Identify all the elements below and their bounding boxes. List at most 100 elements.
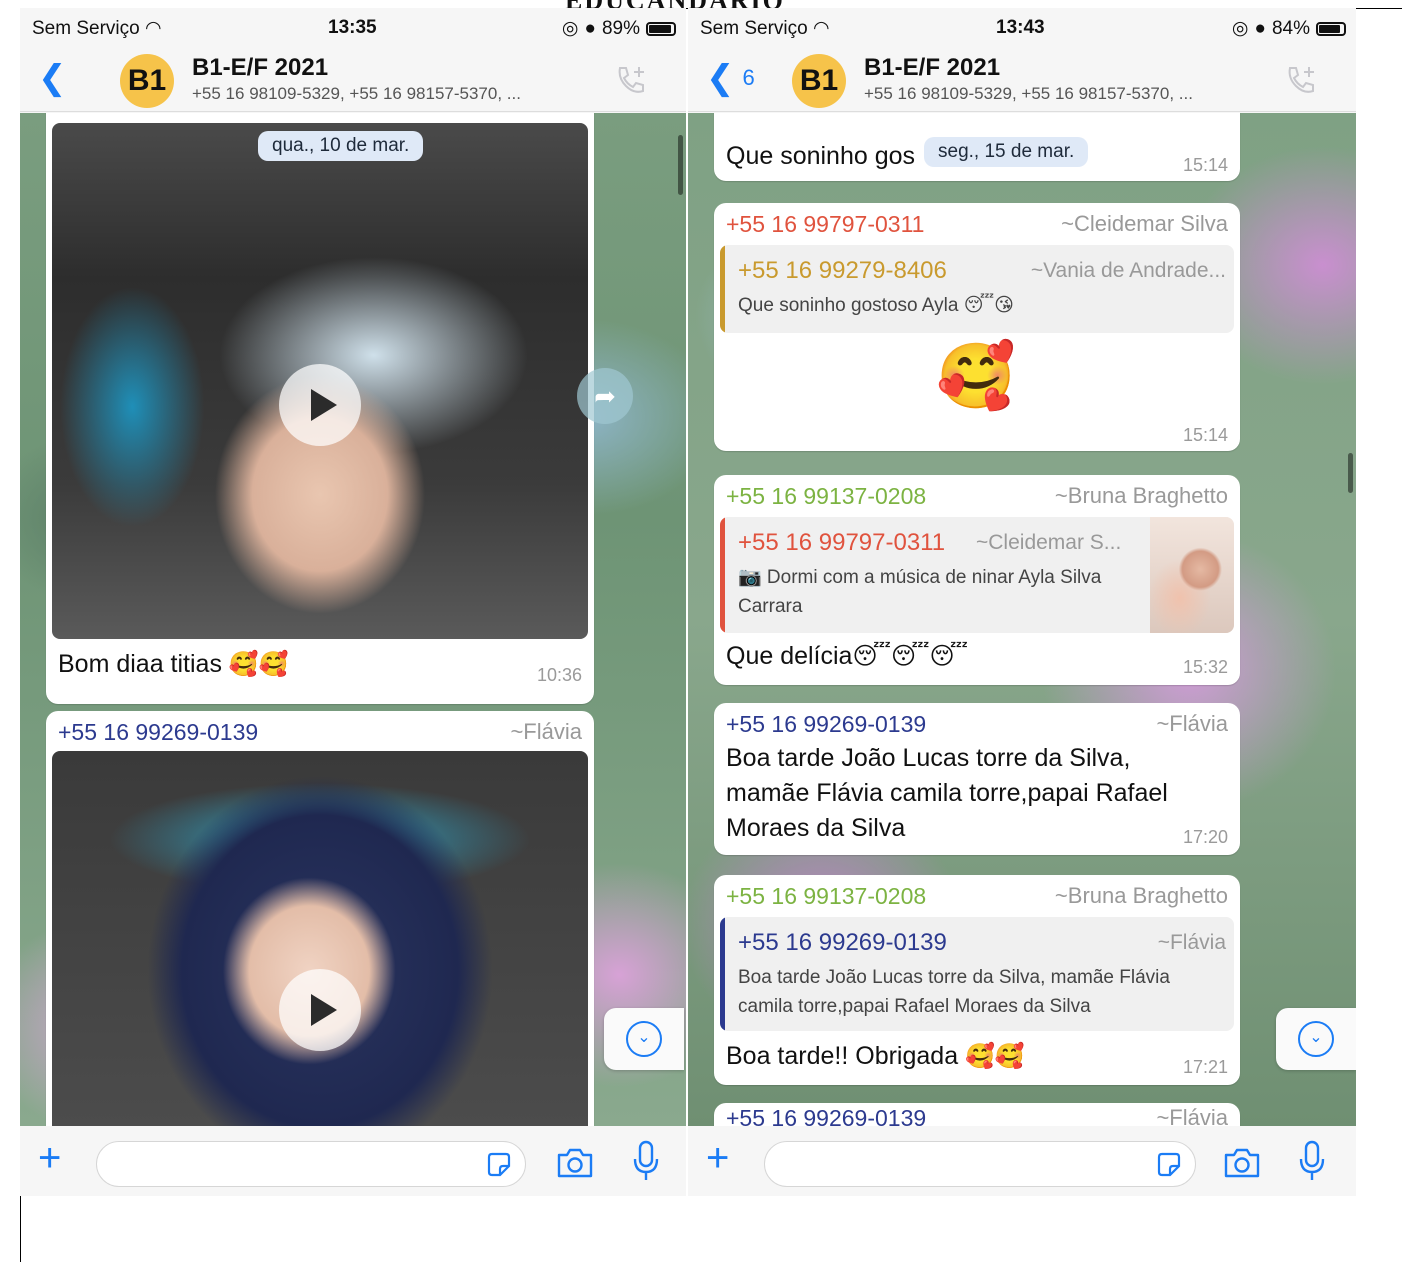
battery-icon bbox=[646, 21, 676, 36]
message-time: 17:20 bbox=[1182, 827, 1228, 847]
quoted-sender: +55 16 99279-8406 bbox=[738, 257, 947, 284]
sender-number[interactable]: +55 16 99137-0208 bbox=[726, 883, 926, 910]
play-icon[interactable] bbox=[279, 969, 361, 1051]
sender-number[interactable]: +55 16 99137-0208 bbox=[726, 483, 926, 510]
message-time: 15:14 bbox=[1182, 155, 1228, 175]
quoted-text: Boa tarde João Lucas torre da Silva, mam… bbox=[738, 967, 1170, 1017]
quoted-photo-thumbnail bbox=[1150, 517, 1234, 633]
group-title[interactable]: B1-E/F 2021 bbox=[864, 54, 1000, 82]
sender-name: ~Flávia bbox=[1156, 711, 1228, 736]
message-time: 15:14 bbox=[1182, 425, 1228, 445]
alarm-icon: ● bbox=[1254, 17, 1266, 39]
sender-name: ~Cleidemar Silva bbox=[1061, 211, 1228, 236]
clock: 13:35 bbox=[328, 17, 377, 38]
message-input[interactable] bbox=[96, 1141, 526, 1187]
clock: 13:43 bbox=[996, 17, 1045, 38]
sender-number[interactable]: +55 16 99797-0311 bbox=[726, 211, 924, 238]
quoted-text: 📷 Dormi com a música de ninar Ayla Silva… bbox=[738, 567, 1102, 617]
composer-bar: + bbox=[688, 1126, 1356, 1196]
scroll-down-button[interactable]: ⌄ bbox=[1276, 1008, 1356, 1070]
back-button[interactable]: ❮ 6 bbox=[706, 58, 755, 98]
sender-name: ~Flávia bbox=[510, 719, 582, 744]
wifi-icon: ◠ bbox=[812, 18, 830, 39]
message-text: Que soninho gos bbox=[726, 142, 916, 170]
message-bubble[interactable]: Bom diaa titias 🥰🥰 10:36 bbox=[46, 113, 594, 704]
chat-area[interactable]: Que soninho gos 15:14 seg., 15 de mar. +… bbox=[688, 113, 1356, 1127]
message-bubble[interactable]: +55 16 99797-0311 ~Cleidemar Silva +55 1… bbox=[714, 203, 1240, 451]
carrier-label: Sem Serviço ◠ bbox=[700, 18, 830, 39]
forward-icon[interactable]: ➦ bbox=[577, 368, 633, 424]
chat-header: ❮ B1 B1-E/F 2021 +55 16 98109-5329, +55 … bbox=[20, 48, 686, 112]
message-bubble[interactable]: +55 16 99269-0139 ~Flávia bbox=[714, 1103, 1240, 1127]
quoted-name: ~Cleidemar S... bbox=[976, 531, 1122, 554]
quoted-name: ~Vania de Andrade... bbox=[1030, 259, 1226, 282]
scroll-down-icon: ⌄ bbox=[626, 1021, 662, 1057]
message-bubble[interactable]: +55 16 99269-0139 ~Flávia bbox=[46, 711, 594, 1127]
mic-icon[interactable] bbox=[632, 1140, 660, 1182]
back-button[interactable]: ❮ bbox=[38, 58, 67, 98]
status-bar: Sem Serviço ◠ 13:43 ◎ ● 84% bbox=[688, 8, 1356, 48]
add-call-icon[interactable] bbox=[1284, 64, 1318, 98]
composer-bar: + bbox=[20, 1126, 686, 1196]
quoted-sender: +55 16 99269-0139 bbox=[738, 929, 947, 956]
orientation-lock-icon: ◎ bbox=[1231, 18, 1249, 39]
date-pill: qua., 10 de mar. bbox=[258, 131, 424, 161]
back-chevron-icon: ❮ bbox=[706, 59, 735, 97]
message-input[interactable] bbox=[764, 1141, 1196, 1187]
plus-icon[interactable]: + bbox=[706, 1136, 729, 1181]
video-thumbnail[interactable] bbox=[52, 751, 588, 1127]
add-call-icon[interactable] bbox=[614, 64, 648, 98]
unread-count: 6 bbox=[742, 65, 755, 90]
carrier-label: Sem Serviço ◠ bbox=[32, 18, 162, 39]
scroll-thumb[interactable] bbox=[1348, 453, 1353, 493]
battery-icon bbox=[1316, 21, 1346, 36]
message-time: 10:36 bbox=[536, 665, 582, 685]
quoted-sender: +55 16 99797-0311 bbox=[738, 529, 946, 556]
message-bubble[interactable]: +55 16 99269-0139 ~Flávia Boa tarde João… bbox=[714, 703, 1240, 855]
message-text: Que delícia😴😴😴 bbox=[726, 642, 968, 670]
status-right: ◎ ● 84% bbox=[1232, 17, 1346, 40]
video-thumbnail[interactable] bbox=[52, 123, 588, 639]
message-text: Boa tarde João Lucas torre da Silva, mam… bbox=[726, 744, 1168, 842]
sticker-icon[interactable] bbox=[1155, 1151, 1183, 1179]
sender-name: ~Bruna Braghetto bbox=[1054, 483, 1228, 508]
camera-icon[interactable] bbox=[1222, 1146, 1262, 1180]
message-bubble[interactable]: +55 16 99137-0208 ~Bruna Braghetto +55 1… bbox=[714, 475, 1240, 685]
group-title[interactable]: B1-E/F 2021 bbox=[192, 54, 328, 82]
sender-number[interactable]: +55 16 99269-0139 bbox=[726, 1105, 926, 1127]
message-time: 15:32 bbox=[1182, 657, 1228, 677]
group-members: +55 16 98109-5329, +55 16 98157-5370, ..… bbox=[192, 84, 521, 103]
battery-percent: 89% bbox=[601, 17, 640, 39]
battery-percent: 84% bbox=[1271, 17, 1310, 39]
sticker-icon[interactable] bbox=[485, 1151, 513, 1179]
sender-number[interactable]: +55 16 99269-0139 bbox=[726, 711, 926, 738]
alarm-icon: ● bbox=[584, 17, 596, 39]
mic-icon[interactable] bbox=[1298, 1140, 1326, 1182]
quoted-message[interactable]: +55 16 99279-8406 ~Vania de Andrade... Q… bbox=[720, 245, 1234, 333]
sender-number[interactable]: +55 16 99269-0139 bbox=[58, 719, 258, 746]
quoted-message[interactable]: +55 16 99269-0139 ~Flávia Boa tarde João… bbox=[720, 917, 1234, 1031]
orientation-lock-icon: ◎ bbox=[561, 18, 579, 39]
message-text: Boa tarde!! Obrigada 🥰🥰 bbox=[726, 1042, 1025, 1070]
group-members: +55 16 98109-5329, +55 16 98157-5370, ..… bbox=[864, 84, 1193, 103]
play-icon[interactable] bbox=[279, 364, 361, 446]
scroll-down-icon: ⌄ bbox=[1298, 1021, 1334, 1057]
group-avatar[interactable]: B1 bbox=[792, 54, 846, 108]
left-screenshot: Sem Serviço ◠ 13:35 ◎ ● 89% ❮ B1 B1-E/F … bbox=[20, 8, 686, 1196]
scroll-thumb[interactable] bbox=[678, 135, 683, 195]
scroll-down-button[interactable]: ⌄ bbox=[604, 1008, 684, 1070]
camera-icon[interactable] bbox=[555, 1146, 595, 1180]
wifi-icon: ◠ bbox=[144, 18, 162, 39]
group-avatar[interactable]: B1 bbox=[120, 54, 174, 108]
quoted-message[interactable]: +55 16 99797-0311 ~Cleidemar S... 📷 Dorm… bbox=[720, 517, 1234, 633]
sender-name: ~Bruna Braghetto bbox=[1054, 883, 1228, 908]
message-text: Bom diaa titias 🥰🥰 bbox=[58, 650, 289, 678]
message-time: 17:21 bbox=[1182, 1057, 1228, 1077]
quoted-name: ~Flávia bbox=[1157, 931, 1226, 954]
status-bar: Sem Serviço ◠ 13:35 ◎ ● 89% bbox=[20, 8, 686, 48]
chat-area[interactable]: Bom diaa titias 🥰🥰 10:36 qua., 10 de mar… bbox=[20, 113, 686, 1127]
quoted-text: Que soninho gostoso Ayla 😴😘 bbox=[738, 295, 1014, 316]
emoji-message: 🥰 bbox=[936, 340, 1016, 412]
message-bubble[interactable]: +55 16 99137-0208 ~Bruna Braghetto +55 1… bbox=[714, 875, 1240, 1085]
plus-icon[interactable]: + bbox=[38, 1136, 61, 1181]
